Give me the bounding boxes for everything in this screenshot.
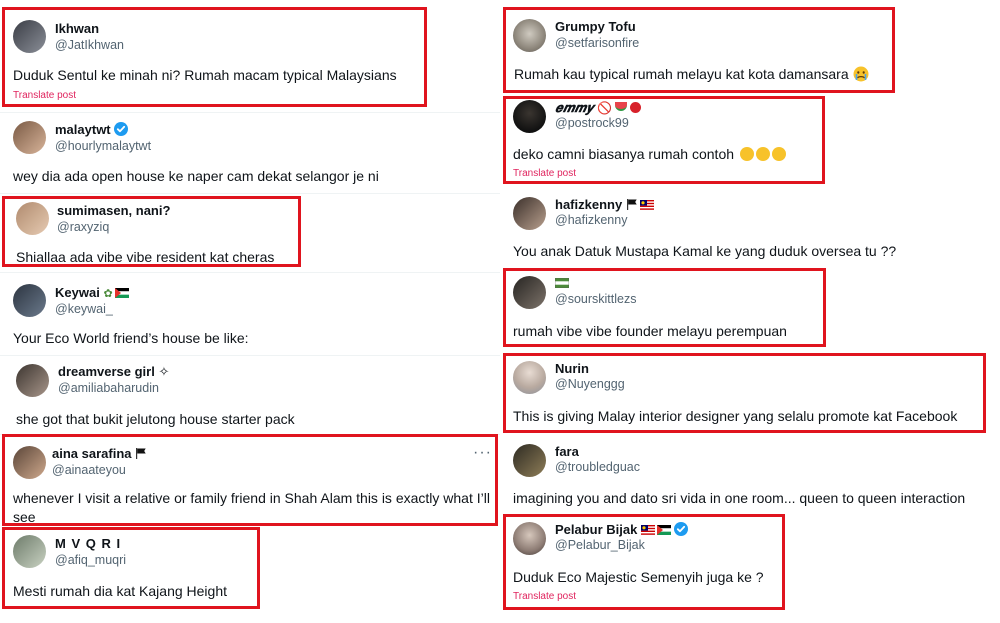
avatar[interactable]: [16, 364, 49, 397]
post-author-handle[interactable]: @Pelabur_Bijak: [555, 538, 645, 552]
post-author-handle[interactable]: @setfarisonfire: [555, 36, 639, 50]
post-author-handle[interactable]: @ainaateyou: [52, 463, 126, 477]
laughing-rolling-emoji-icon: [771, 147, 786, 161]
post-author-name[interactable]: fara: [555, 444, 579, 459]
palestine-flag-icon: [657, 525, 672, 535]
laughing-rolling-emoji-icon: [739, 147, 754, 161]
flag-emoji-icon: [554, 277, 570, 289]
post-author-handle[interactable]: @hafizkenny: [555, 213, 627, 227]
post-text: You anak Datuk Mustapa Kamal ke yang dud…: [513, 243, 897, 259]
post-author-name[interactable]: Grumpy Tofu: [555, 19, 636, 34]
laughing-rolling-emoji-icon: [755, 147, 770, 161]
avatar[interactable]: [13, 446, 46, 479]
post-author-handle[interactable]: @troubledguac: [555, 460, 640, 474]
post-author-name[interactable]: aina sarafina: [52, 446, 147, 461]
post-text: she got that bukit jelutong house starte…: [16, 411, 295, 427]
post-author-handle[interactable]: @postrock99: [555, 116, 629, 130]
author-name-text: aina sarafina: [52, 446, 132, 461]
apple-icon: [630, 102, 642, 113]
author-name-text: Pelabur Bijak: [555, 522, 638, 537]
post-text-content: Rumah kau typical rumah melayu kat kota …: [514, 66, 849, 82]
post-text: Rumah kau typical rumah melayu kat kota …: [514, 65, 884, 84]
avatar[interactable]: [513, 100, 546, 133]
post-author-handle[interactable]: @amiliabaharudin: [58, 381, 159, 395]
post-text: wey dia ada open house ke naper cam deka…: [13, 168, 379, 184]
prohibited-icon: 🚫: [597, 101, 613, 115]
post-author-handle[interactable]: @Nuyenggg: [555, 377, 625, 391]
divider: [0, 272, 500, 273]
more-options-icon[interactable]: ···: [473, 444, 492, 462]
post-text: Duduk Eco Majestic Semenyih juga ke ?: [513, 569, 764, 585]
post-author-name[interactable]: Keywai ✿: [55, 285, 129, 300]
herb-icon: ✿: [103, 288, 113, 300]
avatar[interactable]: [513, 444, 546, 477]
malaysia-flag-icon: [639, 200, 654, 210]
author-name-text: malaytwt: [55, 122, 111, 137]
post-author-handle[interactable]: @keywai_: [55, 302, 113, 316]
author-name-text: hafizkenny: [555, 197, 623, 212]
post-author-name[interactable]: sumimasen, nani?: [57, 203, 170, 218]
post-text: Your Eco World friend’s house be like:: [13, 330, 249, 346]
avatar[interactable]: [13, 121, 46, 154]
post-text-content: deko camni biasanya rumah contoh: [513, 146, 735, 162]
avatar[interactable]: [13, 535, 46, 568]
post-text: This is giving Malay interior designer y…: [513, 408, 958, 424]
post-text: imagining you and dato sri vida in one r…: [513, 490, 966, 506]
malaysia-flag-icon: [641, 525, 656, 535]
divider: [0, 193, 500, 194]
post-author-handle[interactable]: @sourskittlezs: [555, 292, 636, 306]
avatar[interactable]: [513, 19, 546, 52]
post-text: deko camni biasanya rumah contoh: [513, 145, 813, 164]
black-flag-icon: [626, 199, 637, 210]
post-author-name[interactable]: 𝒆𝒎𝒎𝒚 🚫: [555, 100, 642, 116]
translate-post-link[interactable]: Translate post: [13, 90, 76, 101]
post-author-name[interactable]: Nurin: [555, 361, 589, 376]
post-text: Duduk Sentul ke minah ni? Rumah macam ty…: [13, 67, 397, 83]
verified-badge-icon: [674, 522, 689, 536]
divider: [0, 112, 500, 113]
post-author-name[interactable]: Pelabur Bijak: [555, 522, 689, 537]
verified-badge-icon: [113, 122, 128, 136]
post-author-handle[interactable]: @raxyziq: [57, 220, 109, 234]
post-author-name[interactable]: hafizkenny: [555, 197, 654, 212]
post-author-name[interactable]: Ikhwan: [55, 21, 99, 36]
avatar[interactable]: [513, 276, 546, 309]
avatar[interactable]: [513, 197, 546, 230]
black-flag-icon: [136, 448, 146, 459]
post-text: rumah vibe vibe founder melayu perempuan: [513, 323, 787, 339]
watermelon-icon: [615, 102, 628, 111]
post-author-handle[interactable]: @JatIkhwan: [55, 38, 124, 52]
post-text: Mesti rumah dia kat Kajang Height: [13, 583, 227, 599]
crying-face-emoji-icon: [853, 66, 868, 82]
author-name-text: 𝒆𝒎𝒎𝒚: [555, 100, 594, 115]
palestine-flag-icon: [114, 288, 129, 298]
post-author-handle[interactable]: @afiq_muqri: [55, 553, 126, 567]
translate-post-link[interactable]: Translate post: [513, 168, 576, 179]
post-text: whenever I visit a relative or family fr…: [13, 490, 490, 525]
post-author-name[interactable]: M V Q R I: [55, 536, 121, 551]
author-name-text: Keywai: [55, 285, 100, 300]
post-text: Shiallaa ada vibe vibe resident kat cher…: [16, 249, 275, 265]
avatar[interactable]: [16, 202, 49, 235]
avatar[interactable]: [13, 20, 46, 53]
avatar[interactable]: [513, 361, 546, 394]
post-author-name[interactable]: malaytwt: [55, 122, 128, 137]
post-author-name[interactable]: dreamverse girl ✧: [58, 364, 169, 380]
translate-post-link[interactable]: Translate post: [513, 591, 576, 602]
avatar[interactable]: [513, 522, 546, 555]
post-author-handle[interactable]: @hourlymalaytwt: [55, 139, 151, 153]
avatar[interactable]: [13, 284, 46, 317]
post-author-name[interactable]: [554, 275, 570, 290]
divider: [0, 355, 500, 356]
divider: [0, 434, 500, 435]
